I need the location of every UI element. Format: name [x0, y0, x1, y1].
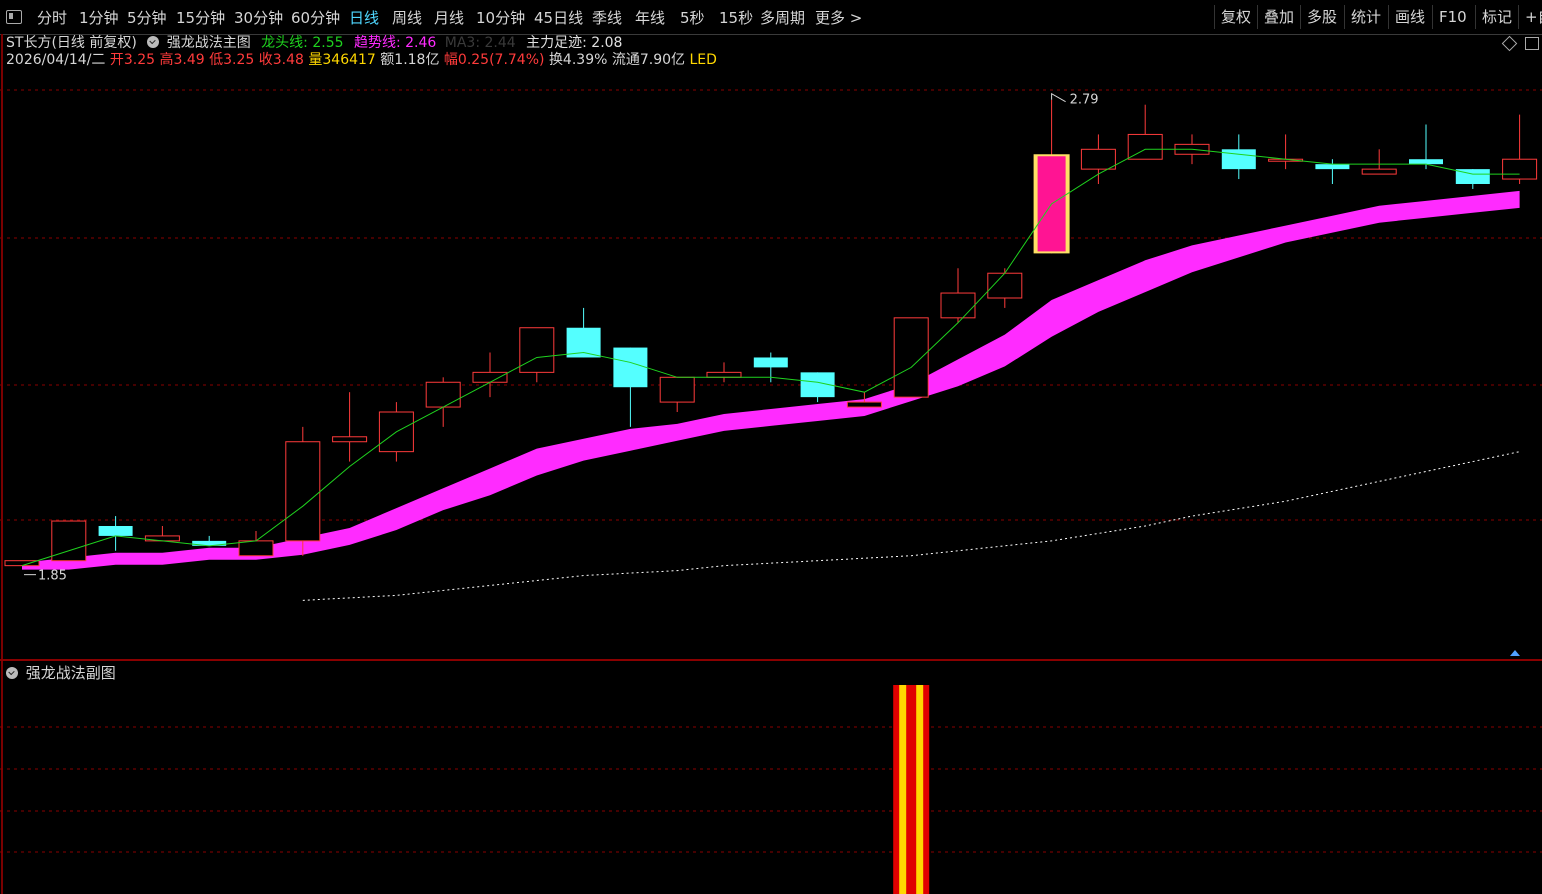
candle-body-down [1221, 149, 1256, 170]
period-tab[interactable]: 5分钟 [127, 8, 167, 28]
candle-body-down [613, 347, 648, 388]
kline-chart[interactable]: 2.79 1.85 [0, 34, 1542, 894]
sub-panel-header: 强龙战法副图 [6, 662, 116, 683]
period-tab[interactable]: 周线 [392, 8, 422, 28]
candle-body-up [659, 376, 695, 403]
period-tab[interactable]: 30分钟 [234, 8, 283, 28]
period-tab[interactable]: 15分钟 [176, 8, 225, 28]
toolbar-button[interactable]: 多股 [1300, 5, 1343, 29]
scroll-up-icon [1510, 650, 1520, 656]
period-tab[interactable]: 年线 [635, 8, 665, 28]
toolbar-button[interactable]: +自 [1518, 5, 1542, 29]
sub-indicator-dropdown-icon[interactable] [6, 667, 18, 679]
window-menu-icon[interactable] [6, 10, 22, 24]
candle-body-up [285, 441, 321, 542]
sub-signal-bar-core [906, 685, 917, 894]
candle-body-up [332, 436, 368, 443]
toolbar-button[interactable]: 统计 [1344, 5, 1387, 29]
toolbar-button[interactable]: 复权 [1214, 5, 1257, 29]
period-tab[interactable]: 日线 [349, 8, 379, 28]
candle-body-up [1361, 168, 1397, 175]
min-price-label: 1.85 [38, 569, 67, 584]
period-tab[interactable]: 60分钟 [291, 8, 340, 28]
candle-body-down [1315, 164, 1350, 170]
toolbar-button[interactable]: 标记 [1475, 5, 1518, 29]
candle-body-up [425, 381, 461, 408]
candle-body-up [1080, 148, 1116, 170]
toolbar-button[interactable]: F10 [1432, 5, 1473, 29]
max-price-arrow [1051, 92, 1066, 103]
candle-body-down [98, 526, 133, 536]
period-tab[interactable]: 月线 [434, 8, 464, 28]
toolbar-button[interactable]: 画线 [1388, 5, 1431, 29]
period-tab[interactable]: 更多 > [815, 8, 862, 28]
candle-body-up [893, 317, 929, 398]
period-tab[interactable]: 1分钟 [79, 8, 119, 28]
period-toolbar: 分时 1分钟 5分钟 15分钟 30分钟 60分钟 日线 周线 月线 10分钟 45日线 季线 年线 5秒… [0, 0, 1542, 35]
candle-body-down [753, 357, 788, 368]
candle-body-up [706, 371, 742, 378]
sub-panel-title[interactable]: 强龙战法副图 [26, 664, 116, 682]
candle-body-up [940, 292, 976, 319]
period-tab[interactable]: 多周期 [760, 8, 805, 28]
candle-body-up [144, 535, 180, 542]
candle-body-up [1502, 158, 1538, 180]
candle-body-down [1409, 159, 1443, 165]
period-tab[interactable]: 季线 [592, 8, 622, 28]
candle-body-up [846, 401, 882, 408]
candle-body-up [472, 371, 508, 383]
period-tab[interactable]: 10分钟 [476, 8, 525, 28]
max-price-label: 2.79 [1070, 93, 1099, 108]
period-tab[interactable]: 45日线 [534, 8, 583, 28]
candle-body-up [238, 540, 274, 557]
period-tab[interactable]: 5秒 [680, 8, 705, 28]
period-tab[interactable]: 15秒 [719, 8, 753, 28]
candle-body-up [519, 327, 555, 373]
period-tab[interactable]: 分时 [37, 8, 67, 28]
toolbar-button[interactable]: 叠加 [1257, 5, 1300, 29]
candle-body-down [192, 540, 227, 546]
